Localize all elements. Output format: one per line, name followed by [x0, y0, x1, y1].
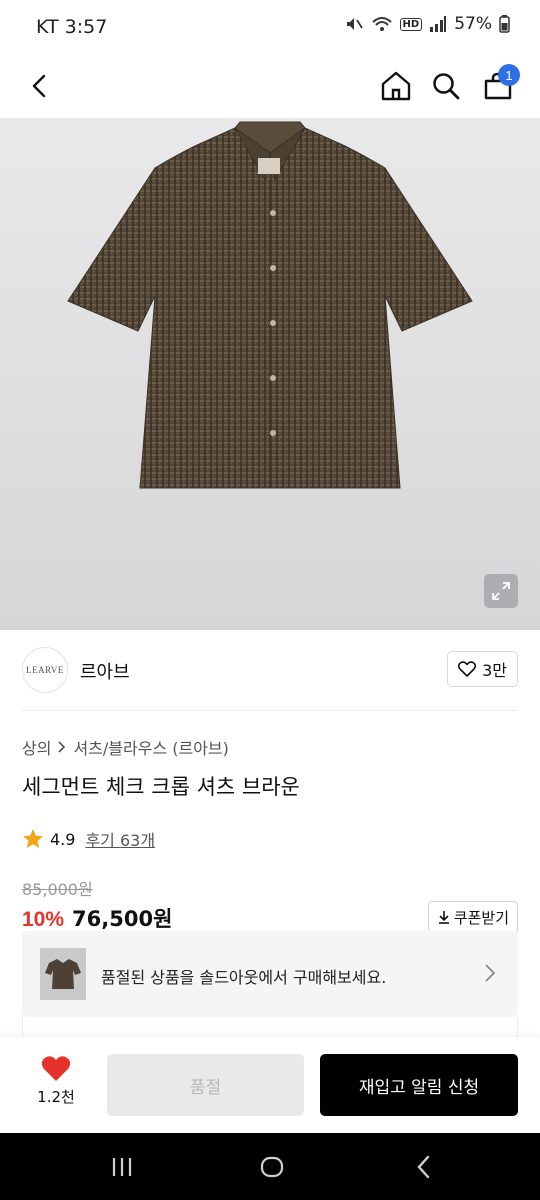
breadcrumb-category[interactable]: 상의	[22, 735, 51, 759]
wifi-icon	[371, 17, 392, 31]
brand-like-count: 3만	[482, 661, 507, 680]
shirt-thumbnail-icon	[45, 959, 81, 989]
product-image[interactable]	[0, 118, 540, 630]
wish-button[interactable]: 1.2천	[20, 1055, 92, 1115]
chevron-right-icon	[58, 741, 66, 753]
download-icon	[438, 911, 449, 924]
chevron-right-icon	[485, 964, 496, 982]
home-button[interactable]	[372, 62, 420, 110]
signal-icon	[430, 16, 447, 32]
brand-row: LEARVE 르아브 3만	[0, 630, 540, 710]
back-nav-button[interactable]	[404, 1153, 444, 1181]
back-nav-icon	[417, 1155, 430, 1179]
status-bar: KT 3:57 HD 57%	[0, 0, 540, 56]
search-button[interactable]	[422, 62, 470, 110]
coupon-button[interactable]: 쿠폰받기	[427, 901, 518, 933]
brand-like-button[interactable]: 3만	[447, 651, 518, 687]
soldout-banner[interactable]: 품절된 상품을 솔드아웃에서 구매해보세요.	[22, 931, 518, 1017]
battery-icon	[499, 15, 510, 33]
wish-count: 1.2천	[37, 1088, 75, 1106]
breadcrumb-subcategory[interactable]: 셔츠/블라우스 (르아브)	[73, 735, 228, 759]
home-icon	[381, 71, 411, 101]
heart-filled-icon	[41, 1056, 71, 1081]
original-price: 85,000원	[22, 880, 93, 899]
battery-percent: 57%	[454, 14, 492, 34]
product-title: 세그먼트 체크 크롭 셔츠 브라운	[22, 775, 300, 799]
brand-logo-text: LEARVE	[26, 665, 64, 675]
breadcrumb: 상의 셔츠/블라우스 (르아브)	[22, 735, 229, 759]
search-icon	[433, 73, 460, 100]
bottom-action-bar: 1.2천 품절 재입고 알림 신청	[0, 1037, 540, 1133]
recent-apps-icon	[112, 1158, 132, 1176]
app-header: 1	[0, 56, 540, 118]
mute-icon	[346, 18, 363, 30]
star-icon	[23, 829, 43, 848]
back-button[interactable]	[16, 62, 64, 110]
brand-name[interactable]: 르아브	[80, 658, 130, 684]
shirt-image	[67, 121, 473, 489]
home-circle-icon	[260, 1156, 284, 1178]
heart-outline-icon	[458, 661, 477, 677]
sale-price: 76,500원	[72, 907, 173, 931]
soldout-thumbnail	[40, 948, 86, 1000]
back-arrow-icon	[32, 74, 46, 98]
divider	[22, 710, 518, 711]
system-nav-bar	[0, 1133, 540, 1200]
expand-image-button[interactable]	[484, 574, 518, 608]
expand-icon	[492, 582, 510, 600]
price-row: 10% 76,500원	[22, 903, 172, 933]
cart-count-badge: 1	[498, 64, 520, 86]
status-icons: HD 57%	[344, 14, 510, 34]
coupon-label: 쿠폰받기	[453, 908, 509, 927]
restock-alert-button[interactable]: 재입고 알림 신청	[320, 1054, 518, 1116]
discount-rate: 10%	[22, 908, 65, 931]
rating-row: 4.9 후기 63개	[22, 827, 155, 851]
reviews-link[interactable]: 후기 63개	[85, 827, 155, 851]
home-nav-button[interactable]	[252, 1153, 292, 1181]
soldout-button[interactable]: 품절	[107, 1054, 304, 1116]
soldout-banner-text: 품절된 상품을 솔드아웃에서 구매해보세요.	[101, 968, 387, 987]
recent-apps-button[interactable]	[102, 1153, 142, 1181]
cart-button[interactable]: 1	[474, 62, 522, 110]
hd-icon: HD	[399, 17, 423, 31]
status-time: KT 3:57	[36, 16, 108, 38]
rating-value: 4.9	[50, 829, 76, 849]
brand-logo[interactable]: LEARVE	[22, 647, 68, 693]
